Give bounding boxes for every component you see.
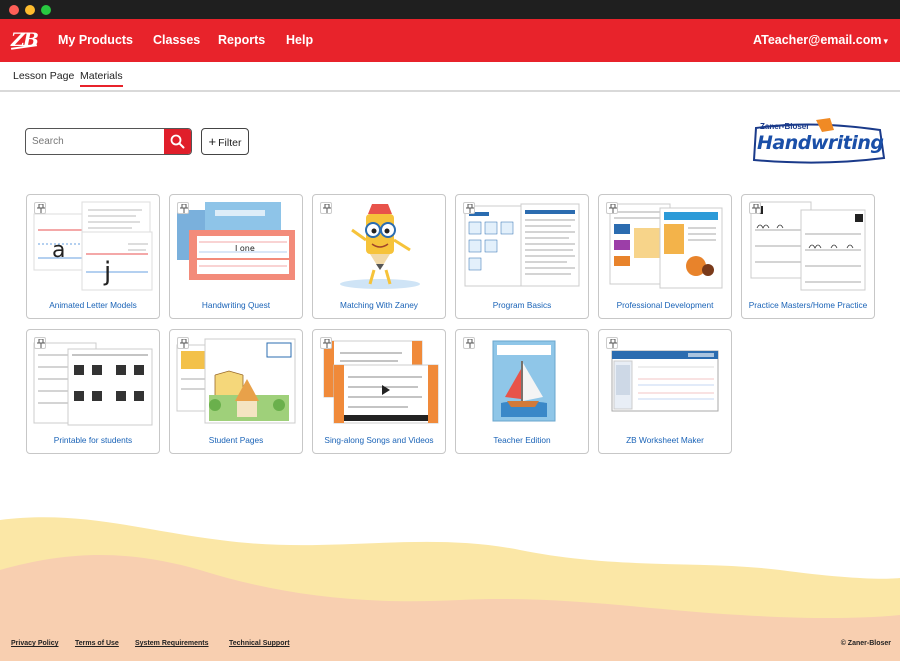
- material-card-program-basics[interactable]: Program Basics: [455, 194, 589, 319]
- student-pages-thumbnail: [176, 338, 296, 424]
- decorative-waves: [0, 517, 900, 661]
- top-navbar: ZB My Products Classes Reports Help ATea…: [0, 19, 900, 62]
- zaney-pencil-thumbnail: [340, 204, 420, 289]
- material-label[interactable]: Professional Development: [599, 300, 731, 310]
- footer-privacy-policy[interactable]: Privacy Policy: [11, 640, 58, 647]
- material-label[interactable]: Teacher Edition: [456, 435, 588, 445]
- worksheet-maker-thumbnail: [611, 350, 719, 412]
- material-card-student-pages[interactable]: Student Pages: [169, 329, 303, 454]
- svg-text:j: j: [103, 257, 111, 287]
- nav-my-products[interactable]: My Products: [58, 32, 133, 49]
- nav-help[interactable]: Help: [286, 32, 313, 49]
- songs-videos-thumbnail: [323, 340, 439, 424]
- footer-technical-support[interactable]: Technical Support: [229, 640, 290, 647]
- material-label[interactable]: Practice Masters/Home Practice: [742, 300, 874, 310]
- material-label[interactable]: Program Basics: [456, 300, 588, 310]
- handwriting-brand-logo: Zaner-Bloser Handwriting: [752, 116, 888, 166]
- sub-navigation: Lesson Page Materials: [0, 62, 900, 92]
- material-card-professional-development[interactable]: Professional Development: [598, 194, 732, 319]
- filter-label: Filter: [218, 137, 242, 149]
- tab-lesson-page[interactable]: Lesson Page: [13, 70, 74, 85]
- material-label[interactable]: Matching With Zaney: [313, 300, 445, 310]
- pin-icon[interactable]: [463, 202, 475, 214]
- plus-icon: +: [208, 134, 217, 149]
- pin-icon[interactable]: [34, 202, 46, 214]
- window-titlebar: [0, 0, 900, 19]
- pin-icon[interactable]: [320, 202, 332, 214]
- pin-icon[interactable]: [177, 337, 189, 349]
- program-basics-thumbnail: [464, 203, 580, 287]
- nav-reports[interactable]: Reports: [218, 32, 265, 49]
- pin-icon[interactable]: [463, 337, 475, 349]
- material-label[interactable]: Student Pages: [170, 435, 302, 445]
- professional-development-thumbnail: [609, 203, 723, 289]
- quest-thumbnail: I one: [177, 202, 295, 280]
- letter-models-thumbnail: a j: [33, 201, 153, 291]
- material-card-handwriting-quest[interactable]: I one Handwriting Quest: [169, 194, 303, 319]
- pin-icon[interactable]: [606, 202, 618, 214]
- nav-classes[interactable]: Classes: [153, 32, 200, 49]
- material-card-teacher-edition[interactable]: Teacher Edition: [455, 329, 589, 454]
- practice-masters-thumbnail: [750, 201, 866, 291]
- pin-icon[interactable]: [749, 202, 761, 214]
- svg-text:a: a: [52, 238, 65, 263]
- material-card-worksheet-maker[interactable]: ZB Worksheet Maker: [598, 329, 732, 454]
- pin-icon[interactable]: [177, 202, 189, 214]
- material-card-sing-along[interactable]: Sing-along Songs and Videos: [312, 329, 446, 454]
- pin-icon[interactable]: [320, 337, 332, 349]
- material-card-printable-for-students[interactable]: Printable for students: [26, 329, 160, 454]
- brand-product: Handwriting: [757, 132, 884, 154]
- pin-icon[interactable]: [34, 337, 46, 349]
- quest-line-text: I one: [235, 244, 255, 253]
- search-icon: [170, 134, 185, 149]
- minimize-window-icon[interactable]: [25, 5, 35, 15]
- material-label[interactable]: Sing-along Songs and Videos: [313, 435, 445, 445]
- close-window-icon[interactable]: [9, 5, 19, 15]
- zb-logo[interactable]: ZB: [11, 28, 39, 52]
- search-input[interactable]: [26, 129, 165, 154]
- footer-terms-of-use[interactable]: Terms of Use: [75, 640, 119, 647]
- user-menu[interactable]: ATeacher@email.com ▾: [753, 32, 888, 50]
- material-label[interactable]: Animated Letter Models: [27, 300, 159, 310]
- material-label[interactable]: ZB Worksheet Maker: [599, 435, 731, 445]
- user-email: ATeacher@email.com: [753, 33, 882, 47]
- copyright: © Zaner-Bloser: [840, 640, 891, 647]
- footer: Privacy Policy Terms of Use System Requi…: [0, 640, 900, 652]
- chevron-down-icon: ▾: [883, 36, 888, 46]
- material-label[interactable]: Handwriting Quest: [170, 300, 302, 310]
- pin-icon[interactable]: [606, 337, 618, 349]
- brand-company: Zaner-Bloser: [760, 122, 810, 131]
- footer-system-requirements[interactable]: System Requirements: [135, 640, 209, 647]
- search-button[interactable]: [164, 129, 191, 154]
- material-label[interactable]: Printable for students: [27, 435, 159, 445]
- filter-button[interactable]: + Filter: [201, 128, 249, 155]
- search-box: [25, 128, 192, 155]
- maximize-window-icon[interactable]: [41, 5, 51, 15]
- printables-thumbnail: [33, 342, 153, 426]
- material-card-matching-with-zaney[interactable]: Matching With Zaney: [312, 194, 446, 319]
- material-card-animated-letter-models[interactable]: a j Animated Letter Models: [26, 194, 160, 319]
- material-card-practice-masters[interactable]: Practice Masters/Home Practice: [741, 194, 875, 319]
- tab-materials[interactable]: Materials: [80, 70, 123, 87]
- teacher-edition-thumbnail: [492, 340, 556, 422]
